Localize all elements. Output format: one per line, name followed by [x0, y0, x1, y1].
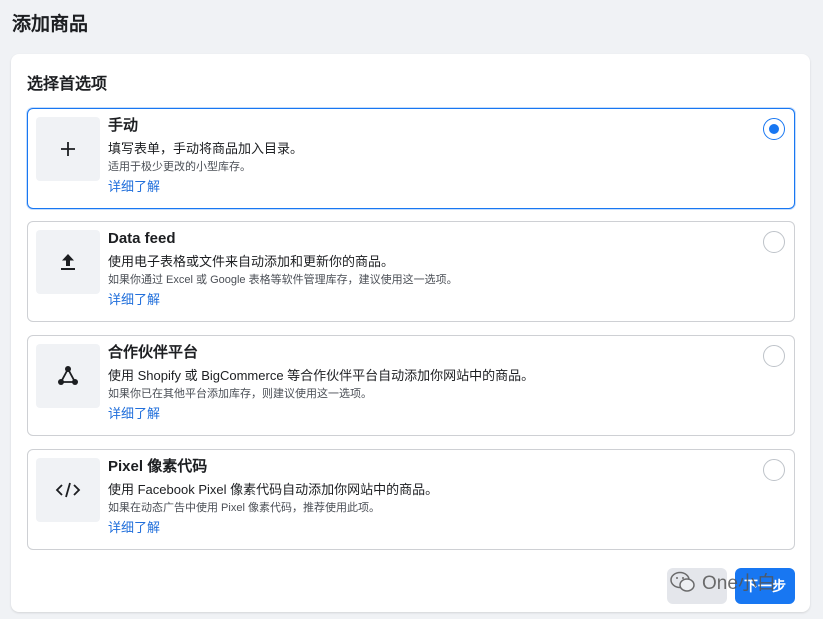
option-subtext: 如果在动态广告中使用 Pixel 像素代码，推荐使用此项。 [108, 502, 380, 514]
radio-partner-platform[interactable] [763, 345, 785, 367]
option-data-feed[interactable]: Data feed 使用电子表格或文件来自动添加和更新你的商品。 如果你通过 E… [27, 221, 795, 322]
option-subtext: 适用于极少更改的小型库存。 [108, 161, 251, 173]
option-description: 填写表单，手动将商品加入目录。 [108, 141, 304, 156]
radio-data-feed[interactable] [763, 231, 785, 253]
option-description: 使用 Shopify 或 BigCommerce 等合作伙伴平台自动添加你网站中… [108, 368, 535, 383]
wechat-icon [670, 571, 695, 592]
learn-more-link[interactable]: 详细了解 [108, 406, 160, 422]
watermark: One小白 [670, 568, 776, 595]
option-title: 手动 [108, 117, 139, 134]
radio-manual[interactable] [763, 118, 785, 140]
preference-card: 选择首选项 手动 填写表单，手动将商品加入目录。 适用于极少更改的小型库存。 详… [11, 54, 810, 612]
page-title: 添加商品 [12, 14, 89, 35]
plus-icon [36, 117, 100, 181]
option-manual[interactable]: 手动 填写表单，手动将商品加入目录。 适用于极少更改的小型库存。 详细了解 [27, 108, 795, 209]
option-subtext: 如果你已在其他平台添加库存，则建议使用这一选项。 [108, 388, 372, 400]
learn-more-link[interactable]: 详细了解 [108, 520, 160, 536]
option-pixel-code[interactable]: Pixel 像素代码 使用 Facebook Pixel 像素代码自动添加你网站… [27, 449, 795, 550]
learn-more-link[interactable]: 详细了解 [108, 179, 160, 195]
card-title: 选择首选项 [27, 76, 108, 93]
option-subtext: 如果你通过 Excel 或 Google 表格等软件管理库存，建议使用这一选项。 [108, 274, 458, 286]
option-title: Data feed [108, 230, 176, 247]
option-partner-platform[interactable]: 合作伙伴平台 使用 Shopify 或 BigCommerce 等合作伙伴平台自… [27, 335, 795, 436]
radio-pixel-code[interactable] [763, 459, 785, 481]
option-description: 使用电子表格或文件来自动添加和更新你的商品。 [108, 254, 395, 269]
upload-icon [36, 230, 100, 294]
learn-more-link[interactable]: 详细了解 [108, 292, 160, 308]
option-title: Pixel 像素代码 [108, 458, 208, 475]
watermark-text: One小白 [702, 573, 776, 594]
option-description: 使用 Facebook Pixel 像素代码自动添加你网站中的商品。 [108, 482, 439, 497]
option-title: 合作伙伴平台 [108, 344, 199, 361]
code-icon [36, 458, 100, 522]
partner-network-icon [36, 344, 100, 408]
